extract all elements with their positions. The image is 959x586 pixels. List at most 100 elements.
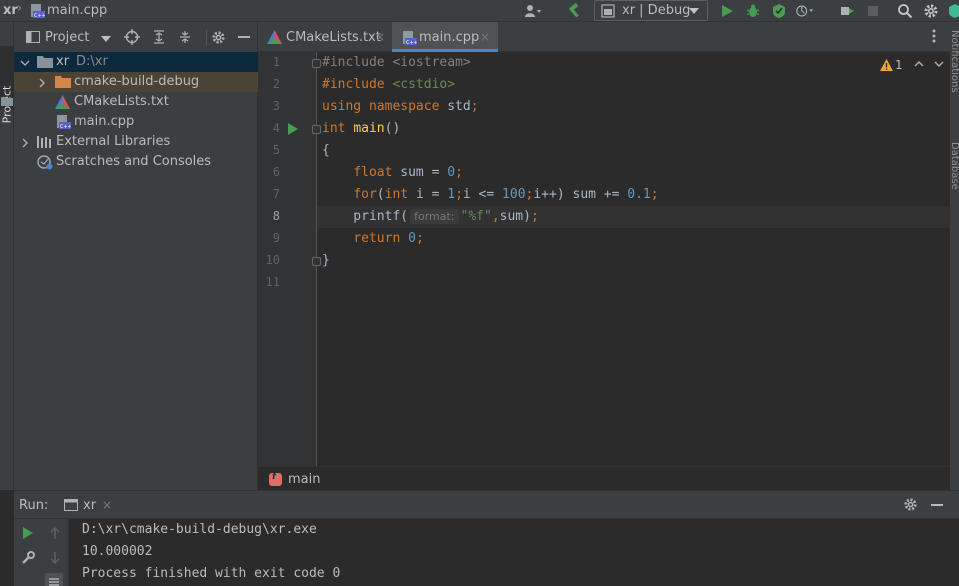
chevron-up-icon[interactable] [914, 58, 924, 73]
project-view-selector[interactable]: Project [45, 30, 89, 45]
code-token: i++) sum += [533, 187, 628, 202]
code-token: #include [322, 55, 393, 70]
code-line[interactable]: for(int i = 1;i <= 100;i++) sum += 0.1; [322, 184, 659, 206]
cpp-file-icon: C++ [55, 114, 72, 134]
code-token: using namespace [322, 99, 448, 114]
chevron-right-icon[interactable] [37, 77, 47, 88]
chevron-down-icon[interactable] [934, 58, 944, 73]
arrow-up-icon[interactable] [46, 524, 64, 542]
chevron-down-icon [689, 8, 699, 14]
gear-icon[interactable] [903, 497, 918, 516]
project-window-icon [26, 31, 40, 47]
run-configuration-label: xr | Debug [622, 3, 691, 18]
code-breadcrumb: f main [258, 466, 950, 490]
code-token: 0 [447, 165, 456, 180]
wrench-icon[interactable] [19, 549, 37, 567]
run-icon[interactable] [718, 2, 736, 20]
close-icon[interactable]: × [375, 30, 385, 44]
fold-marker-icon[interactable] [312, 125, 321, 134]
code-token: 100 [502, 187, 526, 202]
tab-main-cpp[interactable]: C++ main.cpp × [392, 22, 498, 52]
svg-text:C++: C++ [60, 124, 71, 130]
chevron-down-icon[interactable] [20, 57, 30, 67]
expand-all-icon[interactable] [151, 29, 167, 45]
tree-item-main-cpp[interactable]: C++ main.cpp [14, 112, 258, 132]
notifications-tool-label[interactable]: Notifications [949, 30, 959, 93]
database-tool-label[interactable]: Database [949, 142, 959, 190]
jetbrains-ai-icon[interactable] [946, 2, 959, 20]
fold-marker-icon[interactable] [312, 257, 321, 266]
code-token: ; [470, 99, 479, 114]
toolbar-divider [206, 30, 207, 46]
soft-wrap-icon[interactable] [45, 573, 63, 586]
code-token: float [353, 165, 401, 180]
search-icon[interactable] [896, 2, 914, 20]
code-token: sum = [400, 165, 448, 180]
right-tool-stripe: Notifications Database [949, 22, 959, 490]
breadcrumb-file[interactable]: main.cpp [47, 3, 107, 18]
gear-icon[interactable] [210, 29, 226, 45]
code-line[interactable]: return 0; [322, 228, 423, 250]
run-tab-xr[interactable]: xr × [62, 491, 120, 519]
arrow-down-icon[interactable] [46, 549, 64, 567]
hide-panel-icon[interactable] [931, 504, 943, 506]
tree-item-scratches[interactable]: Scratches and Consoles [14, 152, 258, 172]
line-number: 9 [272, 231, 280, 245]
run-configuration-select[interactable]: xr | Debug [594, 0, 708, 21]
code-token: int [384, 187, 416, 202]
parameter-hint: format: [410, 209, 459, 224]
profiler-icon[interactable] [796, 2, 814, 20]
code-line[interactable]: using namespace std; [322, 96, 479, 118]
gear-icon[interactable] [922, 2, 940, 20]
close-icon[interactable]: × [102, 498, 112, 512]
chevron-down-icon[interactable] [101, 36, 111, 42]
folder-icon [55, 75, 71, 92]
coverage-icon[interactable] [770, 2, 788, 20]
tree-item-external-libraries[interactable]: External Libraries [14, 132, 258, 152]
user-icon[interactable] [524, 2, 542, 20]
console-output[interactable]: D:\xr\cmake-build-debug\xr.exe 10.000002… [69, 519, 959, 586]
locate-file-icon[interactable] [124, 29, 140, 45]
code-line[interactable]: #include <cstdio> [322, 74, 455, 96]
code-line[interactable]: #include <iostream> [322, 52, 471, 74]
bug-icon[interactable] [744, 2, 762, 20]
chevron-right-icon[interactable] [20, 137, 30, 148]
hammer-icon[interactable] [565, 2, 583, 20]
code-line[interactable]: } [322, 250, 330, 272]
run-toolbar [14, 519, 41, 586]
code-token: 0.1 [627, 187, 651, 202]
code-line[interactable]: printf(format: "%f",sum); [322, 206, 539, 228]
code-line[interactable]: { [322, 140, 330, 162]
hide-panel-icon[interactable] [236, 29, 252, 45]
svg-text:C++: C++ [406, 40, 417, 46]
svg-text:C++: C++ [34, 13, 45, 19]
breadcrumb-project[interactable]: xr [3, 3, 18, 18]
code-editor[interactable]: 1 2 3 4 5 6 7 8 9 10 11 #include <iostream> #includ… [258, 52, 950, 466]
attach-debugger-icon[interactable] [838, 2, 856, 20]
code-token: 0 [408, 231, 416, 246]
stop-icon[interactable] [864, 2, 882, 20]
left-tool-stripe: Project [0, 22, 14, 490]
run-gutter-icon[interactable] [288, 123, 298, 135]
tree-item-cmakelists[interactable]: CMakeLists.txt [14, 92, 258, 112]
fold-marker-icon[interactable] [312, 59, 321, 68]
code-line[interactable]: int main() [322, 118, 400, 140]
tab-label: CMakeLists.txt [286, 30, 381, 45]
run-tab-label: xr [83, 498, 97, 513]
code-token: ; [530, 209, 539, 224]
breadcrumb-function[interactable]: main [288, 472, 320, 487]
warning-count: 1 [895, 58, 903, 72]
rerun-icon[interactable] [19, 524, 37, 542]
tab-cmakelists[interactable]: CMakeLists.txt × [258, 22, 391, 52]
code-token: return [353, 231, 409, 246]
collapse-all-icon[interactable] [177, 29, 193, 45]
line-number: 1 [272, 55, 280, 69]
code-token: <cstdio> [392, 77, 456, 92]
code-line[interactable]: float sum = 0; [322, 162, 463, 184]
code-token: ; [650, 187, 659, 202]
line-number: 2 [272, 77, 280, 91]
close-icon[interactable]: × [480, 30, 490, 44]
tree-item-cmake-build-debug[interactable]: cmake-build-debug [14, 72, 258, 92]
more-vertical-icon[interactable] [932, 29, 936, 47]
tree-item-xr[interactable]: xr D:\xr [14, 52, 258, 72]
